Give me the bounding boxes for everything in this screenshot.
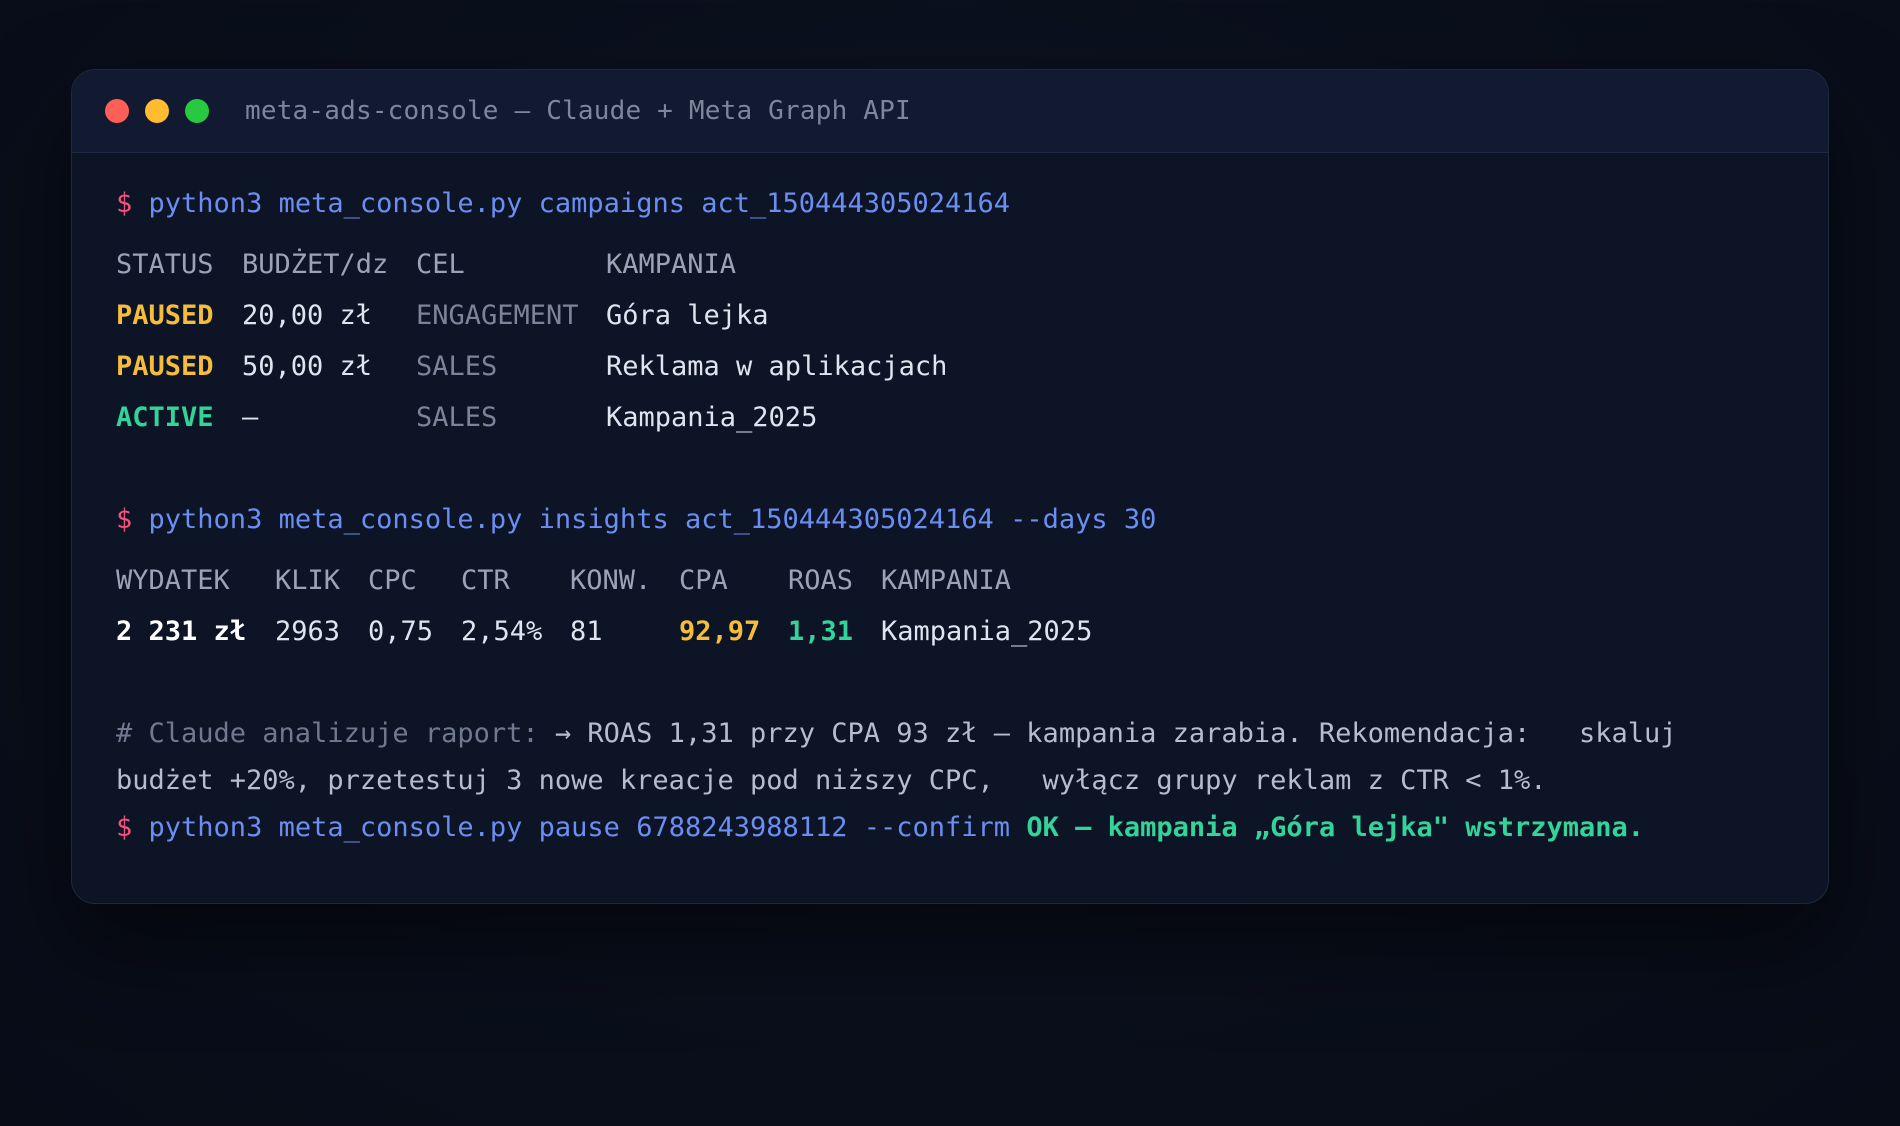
minimize-window-button[interactable] [145, 99, 169, 123]
goal-value: SALES [416, 402, 498, 433]
pause-result: OK — kampania „Góra lejka" wstrzymana. [1026, 812, 1645, 843]
cpa-value: 92,97 [679, 616, 761, 647]
budget-value: — [242, 402, 259, 433]
campaigns-command-line: $ python3 meta_console.py campaigns act_… [116, 186, 1010, 222]
analysis-line-2: budżet +20%, przetestuj 3 nowe kreacje p… [116, 765, 1547, 796]
col-header-cpc: CPC [368, 565, 417, 596]
prompt-symbol: $ [116, 812, 133, 843]
status-badge: PAUSED [116, 351, 214, 382]
maximize-window-button[interactable] [185, 99, 209, 123]
campaign-name: Góra lejka [606, 300, 769, 331]
col-header-conversions: KONW. [570, 565, 652, 596]
cpc-value: 0,75 [368, 616, 434, 647]
terminal-output: $ python3 meta_console.py campaigns act_… [72, 153, 1828, 903]
campaigns-command: python3 meta_console.py campaigns act_15… [148, 188, 1011, 219]
budget-value: 20,00 zł [242, 300, 373, 331]
campaign-name: Kampania_2025 [881, 616, 1093, 647]
pause-command-line: $ python3 meta_console.py pause 67882439… [116, 810, 1644, 846]
campaign-name: Reklama w aplikacjach [606, 351, 948, 382]
col-header-campaign: KAMPANIA [606, 249, 737, 280]
col-header-spend: WYDATEK [116, 565, 230, 596]
goal-value: ENGAGEMENT [416, 300, 579, 331]
col-header-roas: ROAS [788, 565, 854, 596]
roas-value: 1,31 [788, 616, 854, 647]
window-title: meta-ads-console — Claude + Meta Graph A… [245, 96, 911, 126]
col-header-cpa: CPA [679, 565, 728, 596]
terminal-window: meta-ads-console — Claude + Meta Graph A… [71, 69, 1829, 904]
ctr-value: 2,54% [461, 616, 543, 647]
col-header-ctr: CTR [461, 565, 510, 596]
campaign-name: Kampania_2025 [606, 402, 818, 433]
col-header-clicks: KLIK [275, 565, 341, 596]
conversions-value: 81 [570, 616, 603, 647]
insights-command: python3 meta_console.py insights act_150… [148, 504, 1157, 535]
analysis-text-1: → ROAS 1,31 przy CPA 93 zł — kampania za… [538, 718, 1677, 749]
budget-value: 50,00 zł [242, 351, 373, 382]
close-window-button[interactable] [105, 99, 129, 123]
analysis-comment-prefix: # Claude analizuje raport: [116, 718, 539, 749]
clicks-value: 2963 [275, 616, 341, 647]
spend-value: 2 231 zł [116, 616, 247, 647]
col-header-campaign: KAMPANIA [881, 565, 1012, 596]
col-header-status: STATUS [116, 249, 214, 280]
analysis-line-1: # Claude analizuje raport: → ROAS 1,31 p… [116, 716, 1677, 752]
col-header-goal: CEL [416, 249, 465, 280]
insights-command-line: $ python3 meta_console.py insights act_1… [116, 502, 1156, 538]
pause-command: python3 meta_console.py pause 6788243988… [148, 812, 1011, 843]
prompt-symbol: $ [116, 504, 133, 535]
prompt-symbol: $ [116, 188, 133, 219]
status-badge: ACTIVE [116, 402, 214, 433]
col-header-budget: BUDŻET/dz [242, 249, 389, 280]
goal-value: SALES [416, 351, 498, 382]
title-bar: meta-ads-console — Claude + Meta Graph A… [72, 70, 1828, 153]
status-badge: PAUSED [116, 300, 214, 331]
